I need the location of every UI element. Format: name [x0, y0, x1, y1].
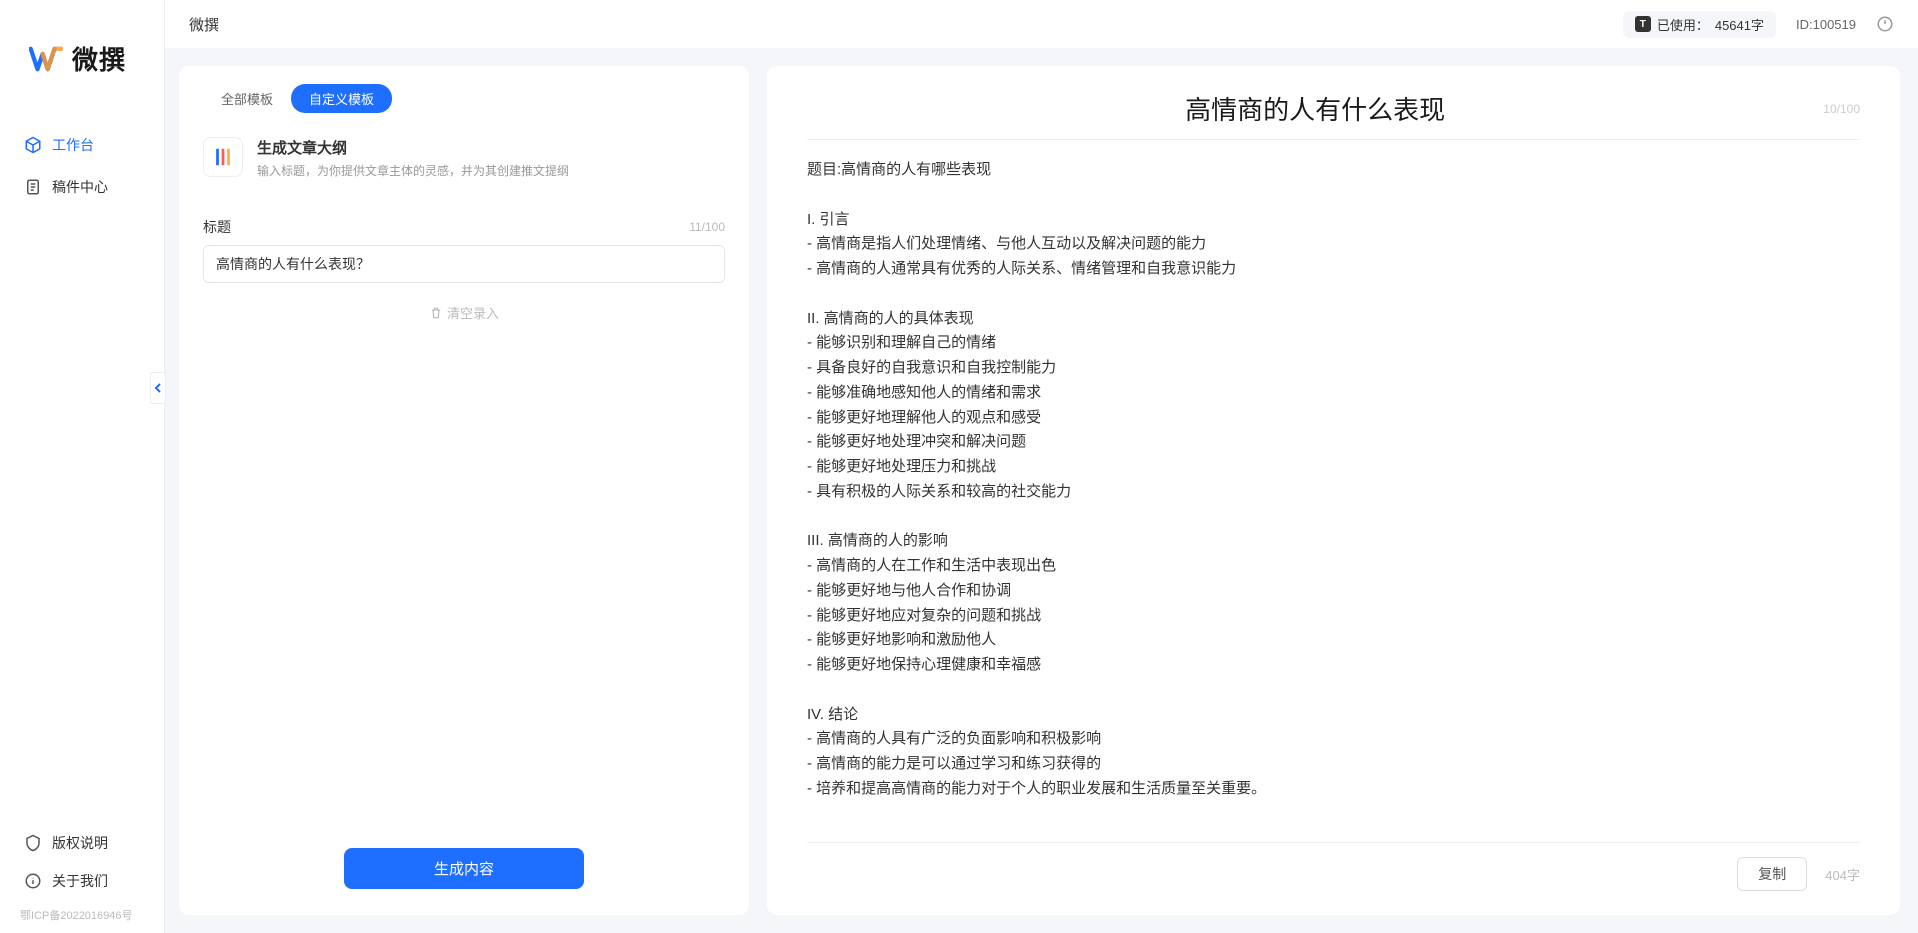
header: 微撰 T 已使用： 45641字 ID:100519 — [165, 0, 1918, 48]
doc-content[interactable]: 题目:高情商的人有哪些表现 I. 引言 - 高情商是指人们处理情绪、与他人互动以… — [807, 158, 1860, 828]
tabs: 全部模板 自定义模板 — [203, 84, 725, 113]
sidebar-collapse-handle[interactable] — [150, 372, 166, 404]
form-section: 标题 11/100 清空录入 — [203, 217, 725, 848]
link-label: 版权说明 — [52, 833, 108, 853]
nav-label: 稿件中心 — [52, 177, 108, 197]
template-title: 生成文章大纲 — [257, 137, 569, 158]
doc-title-count: 10/100 — [1823, 102, 1860, 116]
nav-label: 工作台 — [52, 135, 94, 155]
title-input[interactable] — [203, 245, 725, 283]
header-title: 微撰 — [189, 14, 219, 35]
link-label: 关于我们 — [52, 871, 108, 891]
panel-right: 高情商的人有什么表现 10/100 题目:高情商的人有哪些表现 I. 引言 - … — [767, 66, 1900, 915]
logo[interactable]: 微撰 — [0, 0, 164, 107]
nav-list: 工作台 稿件中心 — [0, 107, 164, 815]
sidebar-item-workspace[interactable]: 工作台 — [10, 127, 154, 163]
field-count: 11/100 — [689, 220, 725, 234]
usage-indicator[interactable]: T 已使用： 45641字 — [1623, 11, 1776, 38]
cube-icon — [24, 136, 42, 154]
main: 微撰 T 已使用： 45641字 ID:100519 全部模板 自定义模板 — [165, 0, 1918, 933]
panel-left: 全部模板 自定义模板 生成文章大纲 输入标题，为你提供文章主体的灵感，并为其创建… — [179, 66, 749, 915]
word-count: 404字 — [1825, 865, 1860, 884]
info-icon — [24, 872, 42, 890]
field-label: 标题 — [203, 217, 231, 237]
tab-all-templates[interactable]: 全部模板 — [203, 84, 291, 113]
copy-button[interactable]: 复制 — [1737, 857, 1807, 891]
usage-count: 45641字 — [1715, 15, 1764, 34]
content: 全部模板 自定义模板 生成文章大纲 输入标题，为你提供文章主体的灵感，并为其创建… — [165, 48, 1918, 933]
link-about[interactable]: 关于我们 — [10, 863, 154, 899]
logo-icon — [28, 41, 64, 77]
power-icon[interactable] — [1876, 15, 1894, 33]
link-copyright[interactable]: 版权说明 — [10, 825, 154, 861]
chevron-left-icon — [153, 383, 163, 393]
template-card: 生成文章大纲 输入标题，为你提供文章主体的灵感，并为其创建推文提纲 — [203, 131, 725, 197]
text-icon: T — [1635, 16, 1651, 32]
usage-prefix: 已使用： — [1657, 15, 1709, 34]
doc-footer: 复制 404字 — [807, 842, 1860, 891]
tab-custom-templates[interactable]: 自定义模板 — [291, 84, 392, 113]
header-right: T 已使用： 45641字 ID:100519 — [1623, 11, 1894, 38]
trash-icon — [429, 306, 443, 320]
doc-title-row: 高情商的人有什么表现 10/100 — [807, 90, 1860, 140]
template-icon — [203, 137, 243, 177]
clear-input-button[interactable]: 清空录入 — [203, 303, 725, 322]
shield-icon — [24, 834, 42, 852]
logo-text: 微撰 — [72, 40, 126, 77]
bottom-links: 版权说明 关于我们 — [0, 815, 164, 907]
template-info: 生成文章大纲 输入标题，为你提供文章主体的灵感，并为其创建推文提纲 — [257, 137, 569, 179]
clear-label: 清空录入 — [447, 303, 499, 322]
generate-button[interactable]: 生成内容 — [344, 848, 584, 889]
template-desc: 输入标题，为你提供文章主体的灵感，并为其创建推文提纲 — [257, 162, 569, 179]
user-id: ID:100519 — [1796, 17, 1856, 32]
doc-title[interactable]: 高情商的人有什么表现 — [807, 90, 1823, 127]
sidebar: 微撰 工作台 稿件中心 版权说明 关于我们 鄂ICP备2022016946号 — [0, 0, 165, 933]
field-header: 标题 11/100 — [203, 217, 725, 237]
document-icon — [24, 178, 42, 196]
sidebar-item-drafts[interactable]: 稿件中心 — [10, 169, 154, 205]
icp-text: 鄂ICP备2022016946号 — [0, 907, 164, 933]
